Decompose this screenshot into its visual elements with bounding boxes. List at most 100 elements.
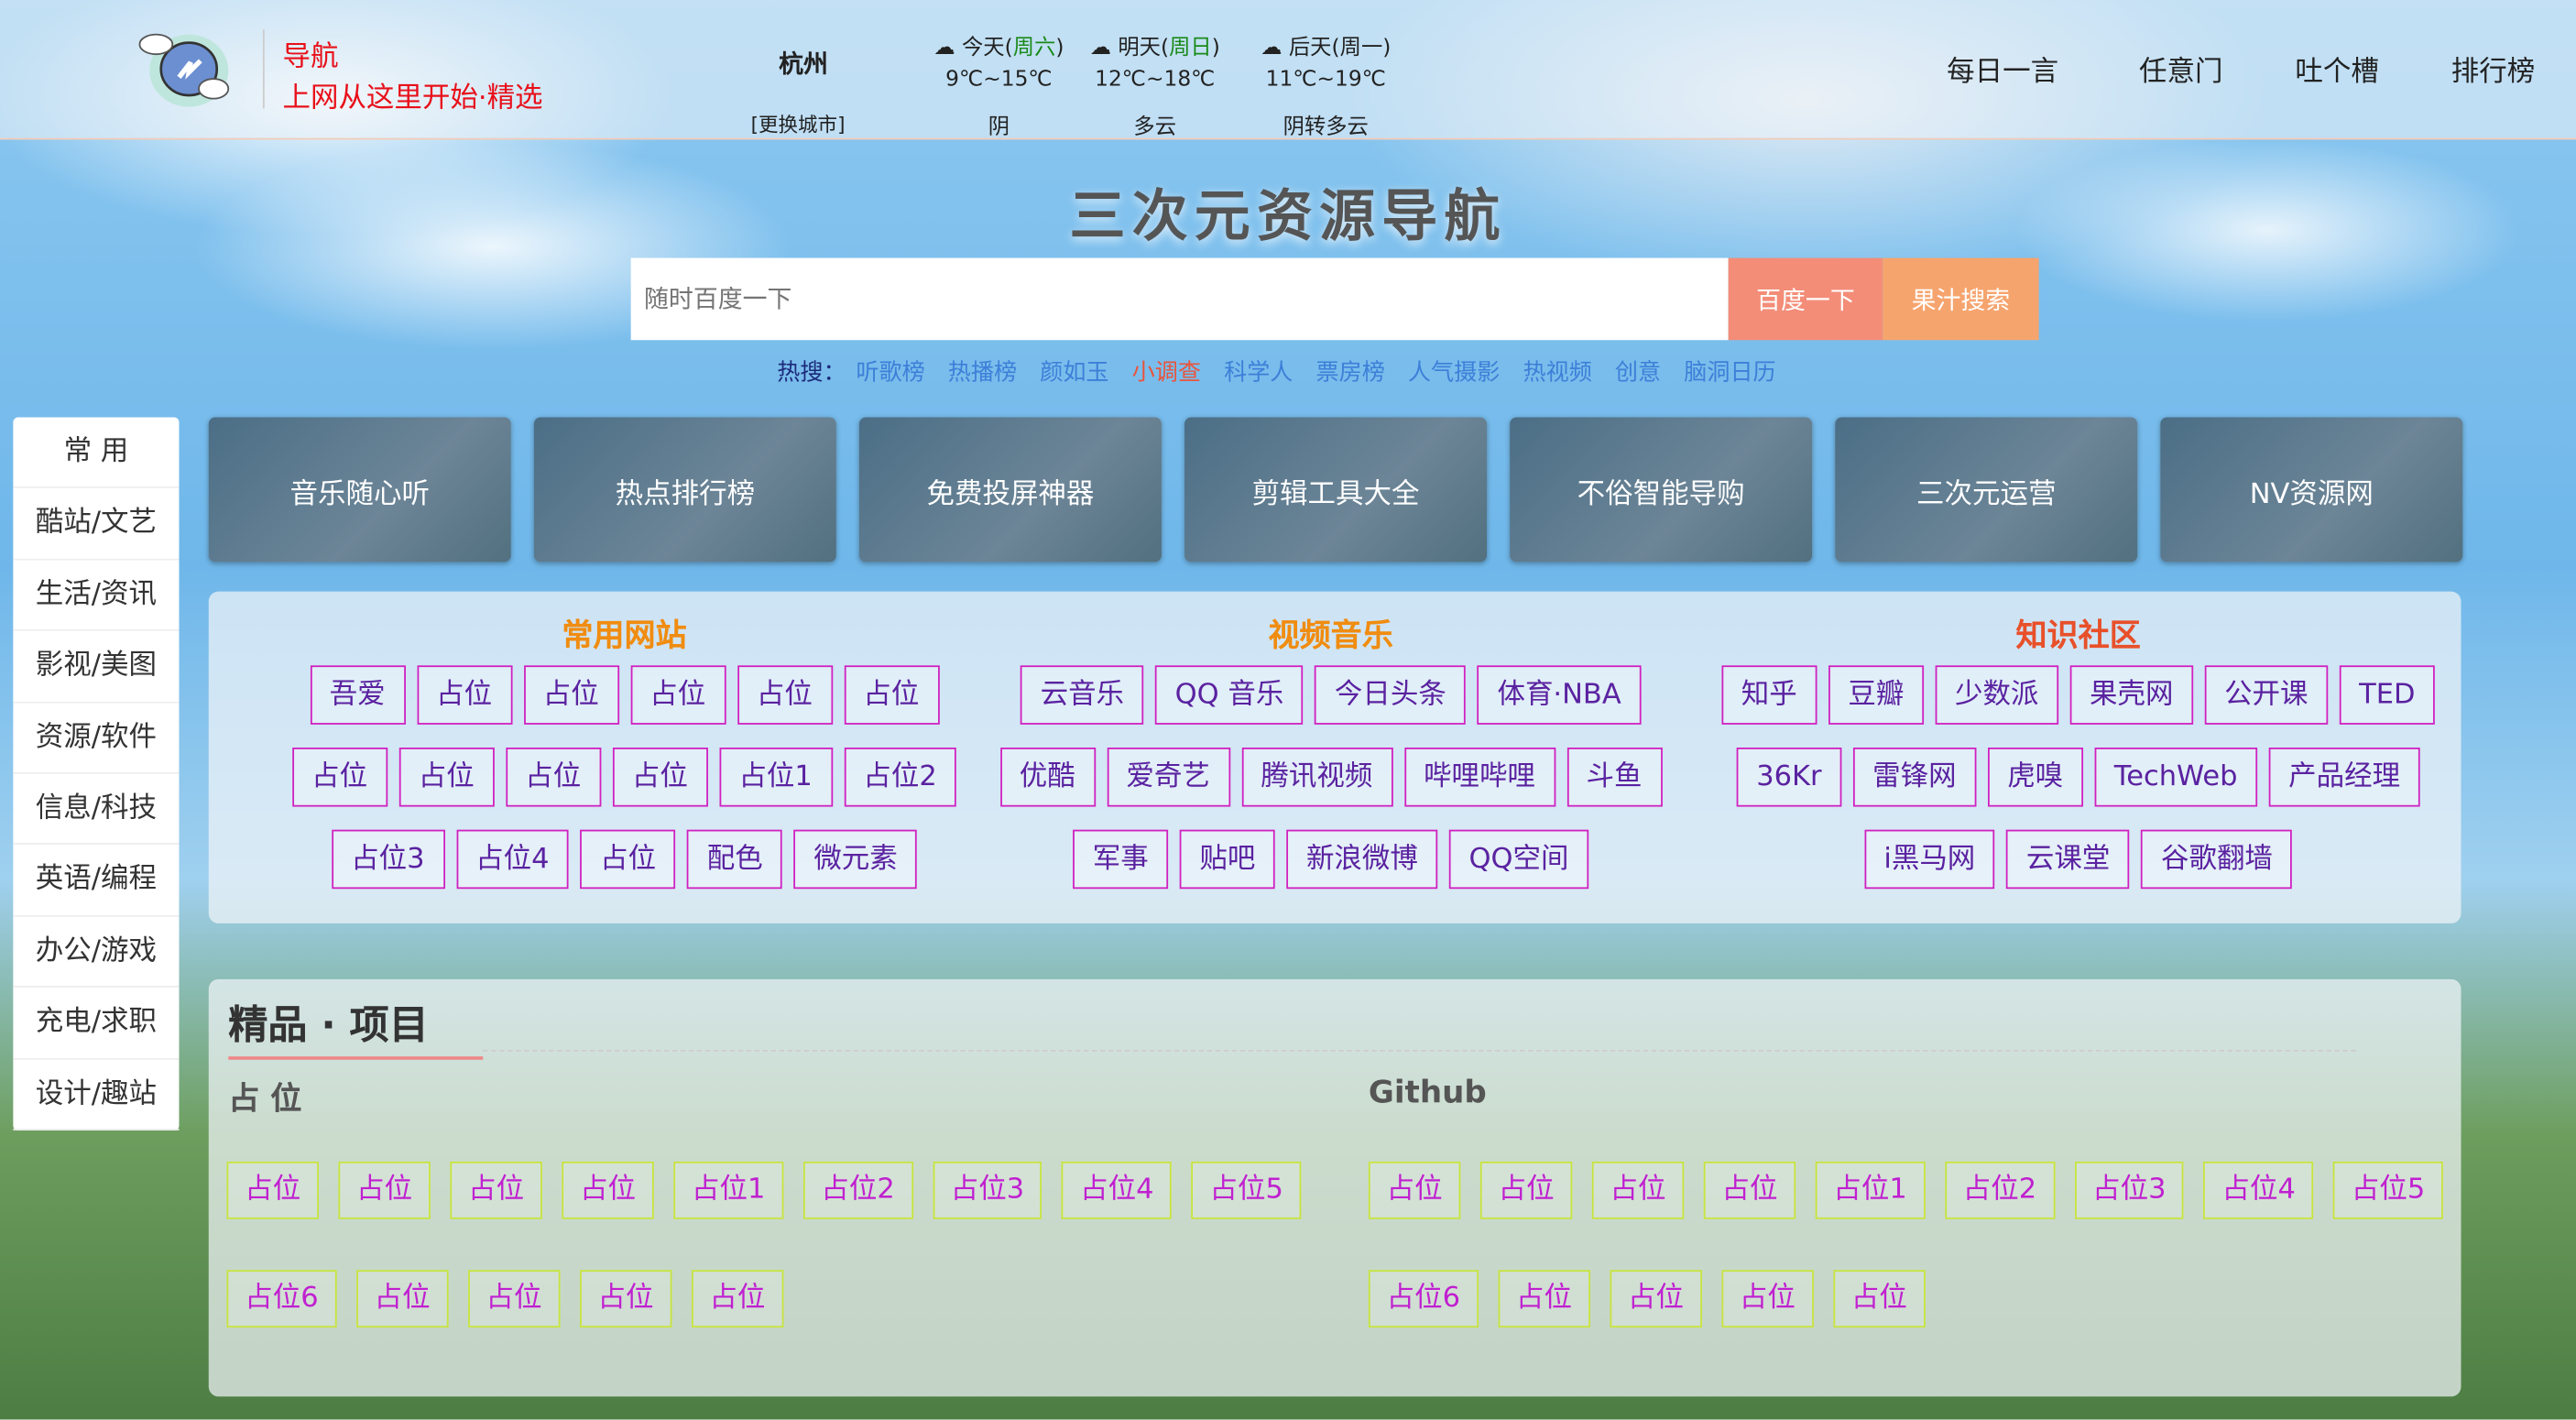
project-link[interactable]: 占位 (467, 1270, 561, 1328)
project-link[interactable]: 占位 (562, 1161, 654, 1219)
sidebar-item[interactable]: 影视/美图 (13, 631, 180, 703)
project-link[interactable]: 占位5 (1191, 1161, 1302, 1219)
sidebar-item[interactable]: 信息/科技 (13, 774, 180, 846)
site-link[interactable]: 占位 (580, 829, 676, 890)
site-link[interactable]: 斗鱼 (1566, 747, 1663, 807)
nav-random-door[interactable]: 任意门 (2139, 48, 2222, 89)
brand-title[interactable]: 导航 (282, 33, 338, 74)
project-link[interactable]: 占位3 (2074, 1161, 2185, 1219)
project-link[interactable]: 占位 (1721, 1270, 1814, 1328)
project-link[interactable]: 占位2 (1945, 1161, 2055, 1219)
project-link[interactable]: 占位 (1591, 1161, 1685, 1219)
site-link[interactable]: 微元素 (793, 829, 918, 890)
feature-tile[interactable]: 热点排行榜 (533, 417, 836, 563)
site-link[interactable]: 占位 (629, 665, 726, 725)
site-link[interactable]: 新浪微博 (1286, 829, 1438, 890)
hot-search-link[interactable]: 热视频 (1523, 360, 1591, 387)
sidebar-item[interactable]: 生活/资讯 (13, 560, 180, 631)
site-link[interactable]: 占位 (291, 747, 387, 807)
site-link[interactable]: TED (2339, 665, 2436, 725)
hot-search-link[interactable]: 票房榜 (1316, 360, 1385, 387)
hot-search-link[interactable]: 科学人 (1224, 360, 1293, 387)
site-link[interactable]: 占位 (416, 665, 512, 725)
site-link[interactable]: 军事 (1073, 829, 1169, 890)
site-link[interactable]: 哔哩哔哩 (1403, 747, 1555, 807)
site-link[interactable]: 占位 (398, 747, 495, 807)
project-link[interactable]: 占位 (579, 1270, 672, 1328)
project-link[interactable]: 占位 (1498, 1270, 1590, 1328)
project-link[interactable]: 占位1 (1815, 1161, 1926, 1219)
site-link[interactable]: 吾爱 (310, 665, 406, 725)
site-link[interactable]: 体育·NBA (1477, 665, 1642, 725)
site-link[interactable]: 知乎 (1721, 665, 1817, 725)
site-link[interactable]: 云课堂 (2006, 829, 2130, 890)
site-link[interactable]: i黑马网 (1863, 829, 1995, 890)
site-link[interactable]: QQ 音乐 (1155, 665, 1304, 725)
project-link[interactable]: 占位 (1703, 1161, 1796, 1219)
project-link[interactable]: 占位 (450, 1161, 542, 1219)
project-link[interactable]: 占位 (1610, 1270, 1702, 1328)
project-link[interactable]: 占位 (226, 1161, 319, 1219)
logo-messenger-cloud-icon[interactable] (135, 27, 234, 109)
site-link[interactable]: 爱奇艺 (1106, 747, 1230, 807)
feature-tile[interactable]: 不俗智能导购 (1510, 417, 1813, 563)
project-link[interactable]: 占位1 (673, 1161, 784, 1219)
site-link[interactable]: 占位 (505, 747, 601, 807)
project-link[interactable]: 占位 (691, 1270, 784, 1328)
juice-search-button[interactable]: 果汁搜索 (1883, 257, 2039, 341)
project-link[interactable]: 占位3 (933, 1161, 1042, 1219)
feature-tile[interactable]: 剪辑工具大全 (1184, 417, 1488, 563)
site-link[interactable]: QQ空间 (1448, 829, 1588, 890)
sidebar-item[interactable]: 办公/游戏 (13, 916, 180, 989)
project-link[interactable]: 占位4 (2203, 1161, 2314, 1219)
site-link[interactable]: 占位2 (843, 747, 957, 807)
sidebar-item[interactable]: 设计/趣站 (13, 1059, 180, 1131)
hot-search-link[interactable]: 人气摄影 (1408, 360, 1500, 387)
nav-feedback[interactable]: 吐个槽 (2295, 48, 2378, 89)
project-link[interactable]: 占位4 (1062, 1161, 1173, 1219)
sidebar-item[interactable]: 酷站/文艺 (13, 488, 180, 561)
project-link[interactable]: 占位2 (802, 1161, 913, 1219)
site-link[interactable]: 腾讯视频 (1240, 747, 1392, 807)
project-link[interactable]: 占位5 (2333, 1161, 2444, 1219)
hot-search-link[interactable]: 热播榜 (948, 360, 1017, 387)
sidebar-item[interactable]: 英语/编程 (13, 845, 180, 917)
project-link[interactable]: 占位 (1479, 1161, 1573, 1219)
site-link[interactable]: 公开课 (2204, 665, 2329, 725)
site-link[interactable]: 雷锋网 (1852, 747, 1977, 807)
feature-tile[interactable]: 免费投屏神器 (858, 417, 1162, 563)
site-link[interactable]: 占位 (737, 665, 833, 725)
nav-daily-quote[interactable]: 每日一言 (1947, 48, 2058, 89)
feature-tile[interactable]: NV资源网 (2160, 417, 2463, 563)
hot-search-link[interactable]: 小调查 (1132, 360, 1201, 387)
hot-search-link[interactable]: 脑洞日历 (1684, 360, 1775, 387)
hot-search-link[interactable]: 听歌榜 (856, 360, 924, 387)
site-link[interactable]: 占位 (523, 665, 619, 725)
project-link[interactable]: 占位6 (226, 1270, 337, 1328)
search-input[interactable] (630, 257, 1729, 341)
hot-search-link[interactable]: 颜如玉 (1040, 360, 1108, 387)
project-link[interactable]: 占位 (355, 1270, 449, 1328)
feature-tile[interactable]: 三次元运营 (1835, 417, 2138, 563)
site-link[interactable]: 配色 (687, 829, 783, 890)
nav-ranking[interactable]: 排行榜 (2451, 48, 2535, 89)
site-link[interactable]: 果壳网 (2069, 665, 2193, 725)
site-link[interactable]: 少数派 (1935, 665, 2058, 725)
sidebar-item[interactable]: 常 用 (13, 418, 180, 489)
feature-tile[interactable]: 音乐随心听 (208, 417, 511, 563)
site-link[interactable]: 产品经理 (2268, 747, 2420, 807)
project-link[interactable]: 占位 (1833, 1270, 1926, 1328)
site-link[interactable]: TechWeb (2094, 747, 2258, 807)
site-link[interactable]: 今日头条 (1315, 665, 1467, 725)
project-link[interactable]: 占位 (1368, 1161, 1461, 1219)
project-link[interactable]: 占位6 (1368, 1270, 1479, 1328)
site-link[interactable]: 云音乐 (1021, 665, 1144, 725)
site-link[interactable]: 占位 (612, 747, 708, 807)
site-link[interactable]: 虎嗅 (1987, 747, 2083, 807)
project-link[interactable]: 占位 (338, 1161, 431, 1219)
change-city-link[interactable]: [更换城市] (751, 110, 846, 137)
baidu-search-button[interactable]: 百度一下 (1728, 257, 1883, 341)
sidebar-item[interactable]: 资源/软件 (13, 703, 180, 774)
sidebar-item[interactable]: 充电/求职 (13, 988, 180, 1059)
site-link[interactable]: 占位4 (455, 829, 570, 890)
